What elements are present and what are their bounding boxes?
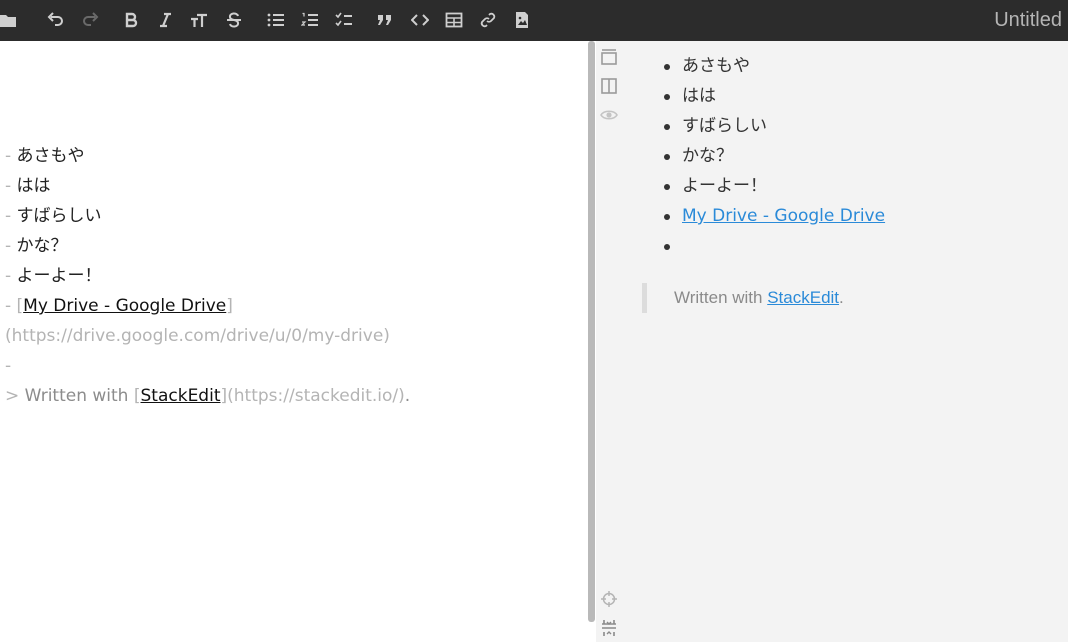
numbered-list-icon[interactable]: [298, 8, 322, 32]
undo-icon[interactable]: [44, 8, 68, 32]
scroll-sync-icon[interactable]: [599, 589, 619, 609]
list-text: よーよー！: [16, 266, 102, 286]
folder-icon[interactable]: [0, 8, 20, 32]
editor-line[interactable]: - [My Drive - Google Drive] (https://driv…: [5, 291, 565, 351]
toolbar: Untitled: [0, 0, 1068, 41]
list-text: あさもや: [16, 146, 85, 166]
quote-text: Written with: [674, 288, 768, 307]
link-url: (https://drive.google.com/drive/u/0/my-d…: [5, 326, 390, 346]
code-icon[interactable]: [408, 8, 432, 32]
quote-marker: >: [5, 386, 25, 406]
list-item: すばらしい: [663, 111, 885, 141]
quote-text: .: [404, 386, 411, 406]
document-title[interactable]: Untitled: [994, 9, 1062, 32]
heading-icon[interactable]: [187, 8, 211, 32]
list-text: かな？: [16, 236, 68, 256]
link-markup: - [: [5, 296, 24, 316]
editor-line[interactable]: - かな？: [5, 231, 565, 261]
editor-line[interactable]: - はは: [5, 171, 565, 201]
link-url: (https://stackedit.io/): [227, 386, 405, 406]
pane-splitter[interactable]: [588, 41, 595, 622]
blockquote-icon[interactable]: [373, 8, 397, 32]
editor-line[interactable]: - すばらしい: [5, 201, 565, 231]
table-icon[interactable]: [442, 8, 466, 32]
side-eye-icon[interactable]: [599, 105, 619, 125]
empty-list-item: [663, 231, 885, 261]
list-marker: -: [5, 266, 17, 286]
list-item: My Drive - Google Drive: [663, 201, 885, 231]
list-marker: -: [5, 176, 17, 196]
editor-line[interactable]: > Written with [StackEdit](https://stack…: [5, 381, 565, 411]
link-markup: ]: [226, 296, 233, 316]
list-item: よーよー！: [663, 171, 885, 201]
editor-content[interactable]: - あさもや - はは - すばらしい - かな？ - よーよー！ - [My …: [5, 141, 565, 411]
side-icon-bar: [596, 41, 622, 642]
redo-icon[interactable]: [78, 8, 102, 32]
quote-text: .: [839, 288, 844, 307]
bulleted-list-icon[interactable]: [264, 8, 288, 32]
strikethrough-icon[interactable]: [222, 8, 246, 32]
link-text[interactable]: StackEdit: [141, 386, 221, 406]
list-marker: -: [5, 146, 17, 166]
image-icon[interactable]: [510, 8, 534, 32]
link-markup: [: [133, 386, 141, 406]
blockquote: Written with StackEdit.: [642, 283, 844, 313]
quote-text: Written with: [24, 386, 134, 406]
editor-line[interactable]: - あさもや: [5, 141, 565, 171]
list-item: あさもや: [663, 51, 885, 81]
list-text: すばらしい: [16, 206, 102, 226]
list-item: かな？: [663, 141, 885, 171]
list-text: はは: [16, 176, 51, 196]
stackedit-link[interactable]: StackEdit: [767, 288, 839, 307]
side-preview-only-icon[interactable]: [599, 47, 619, 67]
editor-line[interactable]: -: [5, 351, 565, 381]
italic-icon[interactable]: [153, 8, 177, 32]
link-icon[interactable]: [476, 8, 500, 32]
list-marker: -: [5, 236, 17, 256]
markdown-editor[interactable]: - あさもや - はは - すばらしい - かな？ - よーよー！ - [My …: [0, 41, 588, 642]
google-drive-link[interactable]: My Drive - Google Drive: [682, 206, 885, 226]
checklist-icon[interactable]: [332, 8, 356, 32]
list-item: はは: [663, 81, 885, 111]
side-split-view-icon[interactable]: [599, 76, 619, 96]
link-text[interactable]: My Drive - Google Drive: [23, 296, 226, 316]
preview-list: あさもや はは すばらしい かな？ よーよー！ My Drive - Googl…: [663, 51, 885, 261]
expand-icon[interactable]: [599, 618, 619, 638]
list-marker: -: [5, 206, 17, 226]
bold-icon[interactable]: [119, 8, 143, 32]
editor-line[interactable]: - よーよー！: [5, 261, 565, 291]
preview-pane: あさもや はは すばらしい かな？ よーよー！ My Drive - Googl…: [622, 41, 1068, 642]
